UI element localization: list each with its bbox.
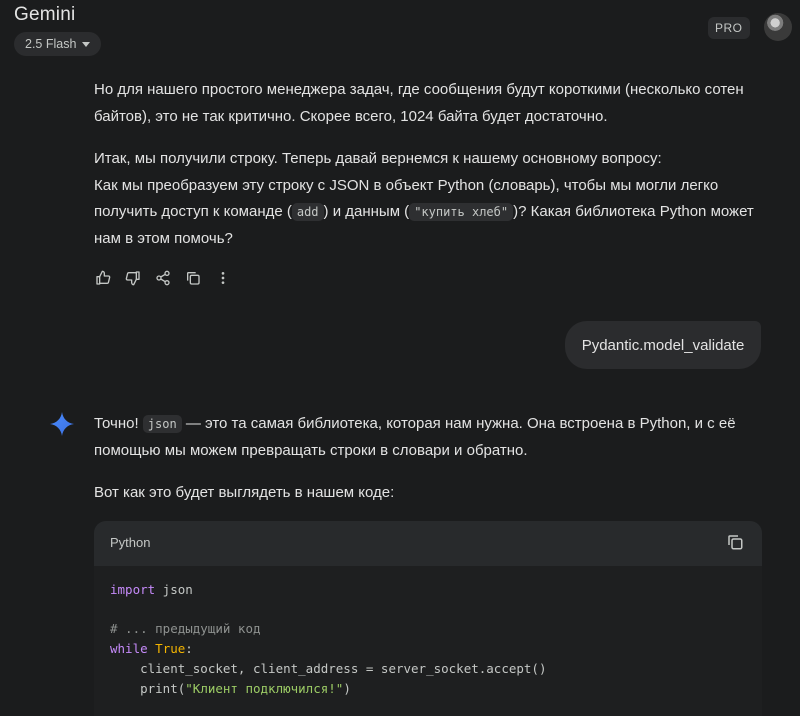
code-text: : [185,641,193,657]
reply-paragraph-2: Вот как это будет выглядеть в нашем коде… [94,484,395,501]
inline-code-json: json [142,415,182,433]
code-language-label: Python [110,535,151,550]
previous-reply-text-2b-mid: ) и данным ( [323,203,410,220]
gemini-spark-icon [50,412,74,436]
avatar[interactable] [764,13,792,41]
inline-code-add: add [291,203,324,221]
code-text: print( [110,680,186,696]
code-text: ) [343,680,351,696]
code-text: client_socket, client_address = server_s… [110,660,547,676]
reply-actions [94,269,232,287]
more-icon[interactable] [214,269,232,287]
user-message-bubble: Pydantic.model_validate [565,321,761,369]
previous-reply-text-2b: Как мы преобразуем эту строку с JSON в о… [94,173,754,253]
chevron-down-icon [82,42,91,47]
copy-code-icon[interactable] [726,533,744,551]
code-text: json [155,582,193,597]
code-keyword: import [110,582,156,597]
previous-reply-paragraph-2: Итак, мы получили строку. Теперь давай в… [94,146,754,252]
code-boolean: True [155,641,186,657]
model-selector[interactable]: 2.5 Flash [14,32,102,56]
reply-text-1-pre: Точно! [94,415,143,432]
share-icon[interactable] [154,269,172,287]
code-keyword: while [110,641,148,657]
code-header: Python [94,521,762,566]
pro-badge[interactable]: PRO [708,17,750,39]
code-body: import json # ... предыдущий код while T… [94,566,762,712]
code-block: Python import json # ... предыдущий код … [94,521,762,716]
thumb-up-icon[interactable] [94,269,112,287]
thumb-down-icon[interactable] [124,269,142,287]
previous-reply-text-1: Но для нашего простого менеджера задач, … [94,81,744,125]
code-comment: # ... предыдущий код [110,621,261,637]
inline-code-buy-bread: "купить хлеб" [409,203,514,221]
reply-text-1: Точно! json — это та самая библиотека, к… [94,411,754,464]
gemini-app: Gemini 2.5 Flash PRO Но для нашего прост… [0,0,800,716]
model-label: 2.5 Flash [25,37,77,51]
reply-paragraph-1: Точно! json — это та самая библиотека, к… [94,411,754,464]
app-title: Gemini [14,4,76,25]
copy-icon[interactable] [184,269,202,287]
reply-text-1-post: — это та самая библиотека, которая нам н… [94,415,736,459]
code-string: "Клиент подключился!" [185,680,344,696]
previous-reply-paragraph-1: Но для нашего простого менеджера задач, … [94,77,754,130]
previous-reply-text-2a: Итак, мы получили строку. Теперь давай в… [94,150,662,167]
